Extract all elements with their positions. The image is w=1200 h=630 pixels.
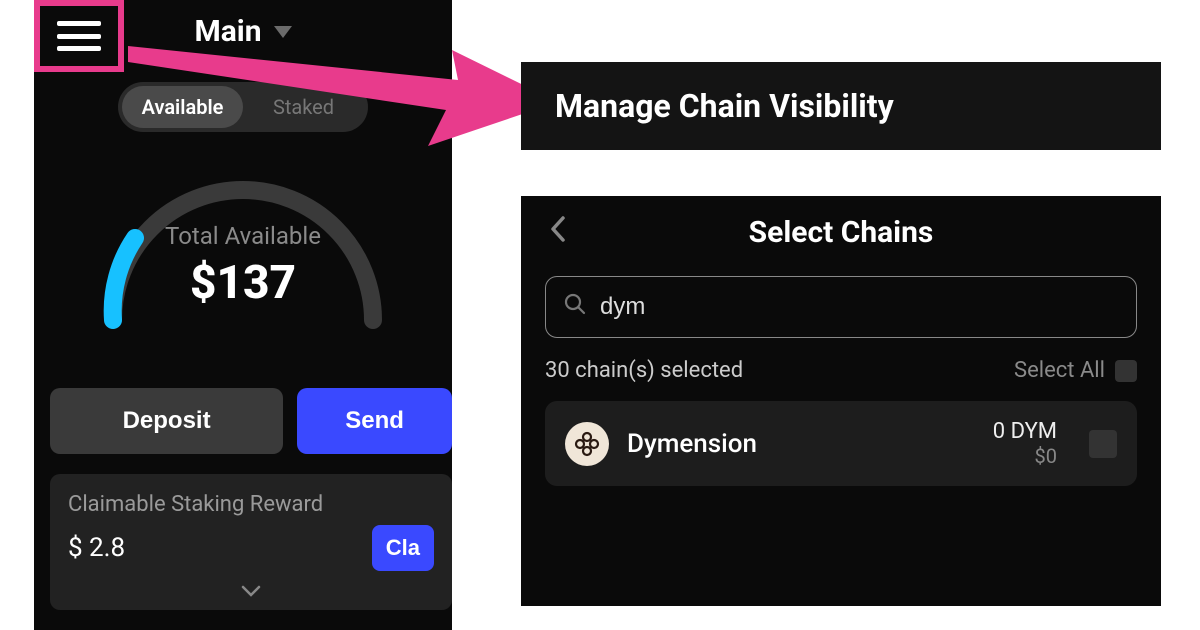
select-all-control[interactable]: Select All xyxy=(1014,358,1137,383)
select-all-checkbox[interactable] xyxy=(1115,360,1137,382)
chain-name: Dymension xyxy=(627,429,975,459)
manage-chain-visibility-label: Manage Chain Visibility xyxy=(555,87,894,125)
search-icon xyxy=(564,293,586,321)
chain-usd-amount: $0 xyxy=(993,444,1057,468)
chain-checkbox[interactable] xyxy=(1089,430,1117,458)
chevron-down-icon xyxy=(274,26,292,38)
staking-reward-card: Claimable Staking Reward $ 2.8 Cla xyxy=(50,474,452,610)
select-chains-title: Select Chains xyxy=(749,215,934,250)
total-available-value: $137 xyxy=(34,256,452,310)
reward-amount: $ 2.8 xyxy=(68,533,125,563)
total-available-label: Total Available xyxy=(34,222,452,250)
account-dropdown[interactable]: Main xyxy=(34,14,452,49)
selection-summary-row: 30 chain(s) selected Select All xyxy=(545,358,1137,383)
claim-button[interactable]: Cla xyxy=(372,525,434,571)
dymension-chain-icon xyxy=(565,422,609,466)
chain-search-box[interactable] xyxy=(545,276,1137,338)
manage-chain-visibility-bar[interactable]: Manage Chain Visibility xyxy=(521,62,1161,150)
chain-token-amount: 0 DYM xyxy=(993,419,1057,444)
tab-available[interactable]: Available xyxy=(122,86,243,128)
select-chains-header: Select Chains xyxy=(545,210,1137,254)
reward-label: Claimable Staking Reward xyxy=(68,492,434,517)
balance-gauge-area: Total Available $137 xyxy=(34,150,452,334)
chain-row-dymension[interactable]: Dymension 0 DYM $0 xyxy=(545,401,1137,486)
select-chains-panel: Select Chains 30 chain(s) selected Selec… xyxy=(521,196,1161,606)
wallet-main-panel: Main Available Staked Total Available $1… xyxy=(34,0,452,630)
account-name: Main xyxy=(194,14,261,49)
deposit-button[interactable]: Deposit xyxy=(50,388,283,454)
select-all-label: Select All xyxy=(1014,358,1105,383)
chain-search-input[interactable] xyxy=(600,293,1118,321)
expand-chevron-icon[interactable] xyxy=(68,581,434,602)
chain-balance: 0 DYM $0 xyxy=(993,419,1057,468)
selected-count: 30 chain(s) selected xyxy=(545,358,743,383)
back-button[interactable] xyxy=(549,214,567,252)
send-button[interactable]: Send xyxy=(297,388,452,454)
action-button-row: Deposit Send xyxy=(50,388,452,454)
balance-segmented-control: Available Staked xyxy=(118,82,368,132)
tab-staked[interactable]: Staked xyxy=(243,86,364,128)
